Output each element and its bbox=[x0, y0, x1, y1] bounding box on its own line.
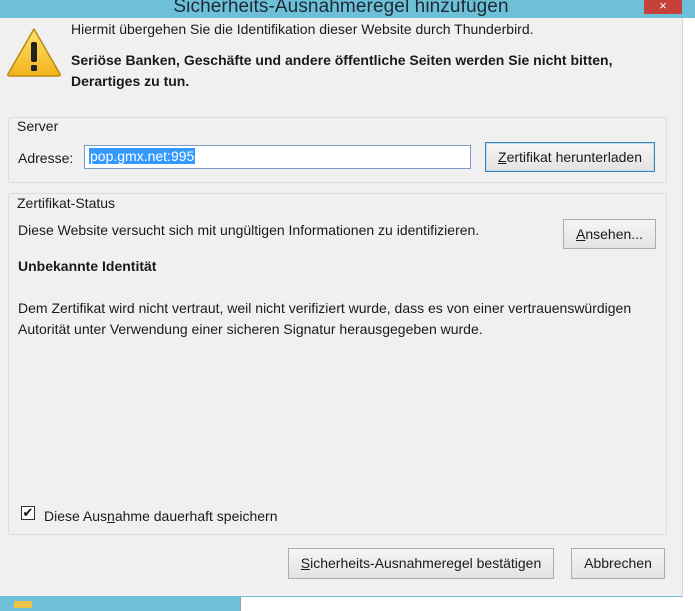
status-heading: Unbekannte Identität bbox=[18, 258, 157, 274]
cancel-button[interactable]: Abbrechen bbox=[571, 548, 665, 579]
confirm-exception-mnemonic: S bbox=[300, 555, 311, 571]
address-input[interactable]: pop.gmx.net:995 bbox=[84, 145, 471, 169]
view-certificate-label: nsehen... bbox=[585, 226, 643, 242]
window-title: Sicherheits-Ausnahmeregel hinzufügen bbox=[173, 0, 509, 17]
checkmark-icon: ✔ bbox=[22, 505, 34, 520]
permanent-label-part: Diese Aus bbox=[44, 508, 108, 524]
close-icon: × bbox=[659, 0, 667, 13]
permanent-exception-label[interactable]: Diese Ausnahme dauerhaft speichern bbox=[44, 508, 278, 524]
download-certificate-label: ertifikat herunterladen bbox=[506, 149, 642, 165]
view-certificate-mnemonic: A bbox=[576, 226, 586, 242]
warning-emphasis-text: Seriöse Banken, Geschäfte und andere öff… bbox=[71, 52, 613, 89]
download-certificate-button[interactable]: Zertifikat herunterladen bbox=[485, 142, 655, 172]
warning-icon bbox=[7, 28, 61, 77]
permanent-label-part: ahme dauerhaft speichern bbox=[114, 508, 278, 524]
background-window-edge bbox=[682, 18, 695, 611]
view-certificate-button[interactable]: Ansehen... bbox=[563, 219, 656, 249]
background-taskbar-strip bbox=[0, 596, 683, 611]
download-certificate-mnemonic: Z bbox=[498, 149, 507, 165]
warning-text: Hiermit übergehen Sie die Identifikation… bbox=[71, 21, 534, 37]
folder-icon bbox=[14, 601, 32, 608]
close-button[interactable]: × bbox=[644, 0, 682, 14]
status-message: Diese Website versucht sich mit ungültig… bbox=[18, 222, 480, 238]
address-value: pop.gmx.net:995 bbox=[89, 148, 196, 164]
certificate-status-legend: Zertifikat-Status bbox=[16, 195, 117, 211]
address-label: Adresse: bbox=[18, 150, 74, 166]
background-pane bbox=[240, 597, 683, 611]
server-group-legend: Server bbox=[16, 118, 60, 134]
confirm-exception-label: icherheits-Ausnahmeregel bestätigen bbox=[310, 555, 542, 571]
title-bar[interactable]: Sicherheits-Ausnahmeregel hinzufügen × bbox=[0, 0, 682, 18]
status-description: Dem Zertifikat wird nicht vertraut, weil… bbox=[18, 300, 632, 337]
permanent-exception-checkbox[interactable]: ✔ bbox=[21, 506, 35, 520]
confirm-exception-button[interactable]: Sicherheits-Ausnahmeregel bestätigen bbox=[288, 548, 554, 579]
permanent-label-mnemonic: n bbox=[107, 508, 115, 524]
